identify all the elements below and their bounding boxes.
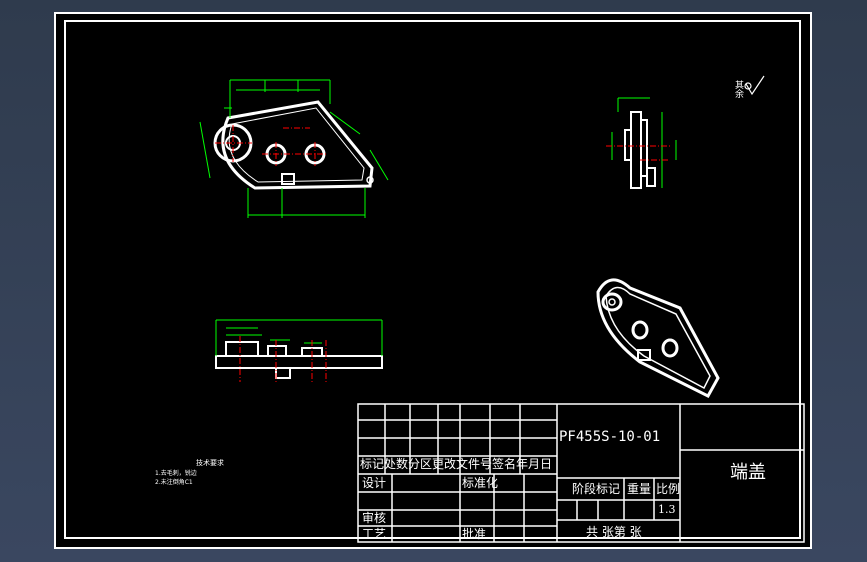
surface-finish-note: 其余	[733, 80, 743, 98]
front-view-outline	[221, 100, 374, 190]
side-view-dimensions	[611, 97, 677, 188]
surface-finish-symbol	[744, 75, 765, 96]
isometric-outline	[596, 278, 720, 398]
scale-value: 1.3	[658, 503, 676, 516]
section-view	[215, 341, 383, 379]
title-block-header-row: 标记处数分区更改文件号签名年月日	[360, 457, 553, 471]
part-name: 端盖	[730, 462, 766, 483]
tech-req-title: 技术要求	[196, 459, 224, 467]
standardize-label: 标准化	[462, 476, 499, 490]
isometric-view	[596, 278, 720, 398]
approve-label: 批准	[462, 527, 487, 541]
scale-label: 比例	[656, 482, 681, 496]
process-label: 工艺	[362, 527, 387, 541]
review-label: 审核	[362, 511, 387, 525]
side-view	[624, 111, 656, 189]
drawing-code: PF455S-10-01	[559, 429, 661, 445]
section-view-dimensions	[215, 319, 383, 356]
design-label: 设计	[362, 476, 387, 490]
tech-req-item-1: 1.去毛刺，锐边	[155, 470, 197, 477]
sheet-count: 共 张第 张	[586, 525, 642, 539]
weight-label: 重量	[627, 482, 652, 496]
front-view	[213, 100, 374, 190]
tech-req-item-2: 2.未注倒角C1	[155, 479, 193, 486]
stage-mark-label: 阶段标记	[572, 482, 621, 496]
